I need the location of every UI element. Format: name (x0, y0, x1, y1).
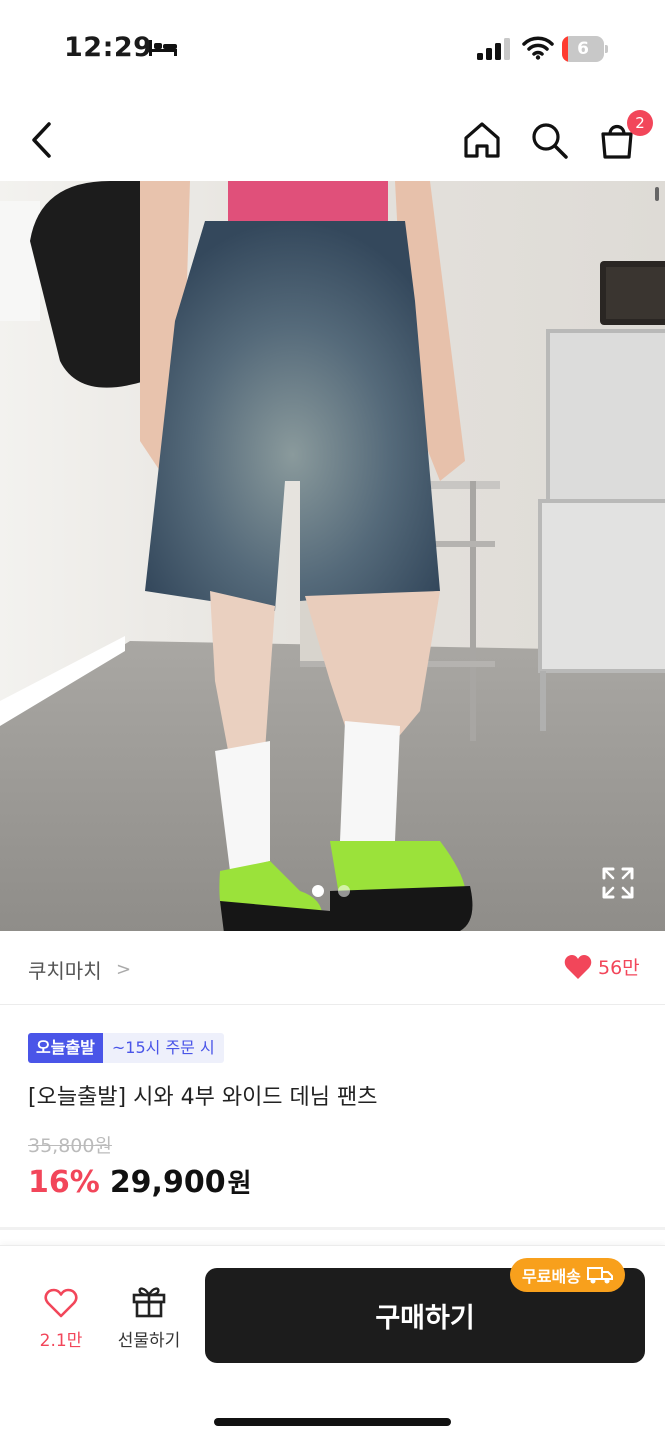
product-info: 오늘출발 ~15시 주문 시 [오늘출발] 시와 4부 와이드 데님 팬츠 35… (0, 1005, 665, 1230)
cart-count-badge: 2 (627, 110, 653, 136)
carousel-dot[interactable] (312, 885, 324, 897)
home-indicator[interactable] (214, 1418, 451, 1426)
search-icon (532, 123, 568, 159)
original-price: 35,800원 (28, 1135, 112, 1157)
signal-icon (476, 38, 510, 64)
gift-label: 선물하기 (117, 1331, 181, 1351)
free-shipping-badge: 무료배송 (510, 1258, 625, 1292)
product-photo (0, 181, 665, 931)
nav-bar: 2 (0, 100, 665, 180)
carousel-dot[interactable] (338, 885, 350, 897)
home-icon (464, 122, 500, 158)
bottom-action-bar: 2.1만 선물하기 구매하기 무료배송 (0, 1245, 665, 1440)
wishlist-count: 2.1만 (39, 1331, 83, 1351)
store-name[interactable]: 쿠치마치 (28, 955, 102, 984)
scroll-indicator (655, 187, 659, 201)
back-button[interactable] (18, 116, 66, 164)
product-detail-screen: 12:29 6 2 쿠치마치 > 56만 오늘출발 ~15시 주문 시 [오늘출… (0, 0, 665, 1440)
price-row: 16% 29,900 원 (28, 1163, 252, 1200)
expand-button[interactable] (600, 865, 636, 901)
status-bar: 12:29 6 (0, 0, 665, 100)
sale-price: 29,900 (109, 1165, 226, 1200)
product-title: [오늘출발] 시와 4부 와이드 데님 팬츠 (28, 1085, 378, 1110)
battery-level: 6 (577, 39, 589, 59)
cart-button[interactable]: 2 (593, 110, 653, 164)
currency-unit: 원 (227, 1169, 252, 1199)
heart-icon (564, 954, 592, 979)
battery-icon: 6 (562, 36, 608, 62)
gift-icon (132, 1287, 166, 1318)
today-delivery-badge: 오늘출발 (28, 1033, 103, 1063)
status-time: 12:29 (64, 32, 153, 63)
free-shipping-label: 무료배송 (522, 1267, 581, 1286)
carousel-dots (312, 885, 350, 897)
truck-icon (586, 1267, 613, 1284)
store-like-count: 56만 (598, 957, 640, 979)
back-icon (32, 122, 51, 158)
order-deadline-badge: ~15시 주문 시 (102, 1033, 224, 1063)
gift-button[interactable]: 선물하기 (108, 1284, 190, 1354)
chevron-right-icon: > (116, 959, 132, 980)
discount-rate: 16% (28, 1165, 100, 1200)
wishlist-button[interactable]: 2.1만 (30, 1288, 92, 1354)
section-divider (0, 1227, 665, 1230)
bed-icon (148, 38, 178, 62)
expand-icon (602, 867, 634, 899)
store-row[interactable]: 쿠치마치 > 56만 (0, 931, 665, 1005)
heart-outline-icon (44, 1288, 78, 1318)
product-image-carousel[interactable] (0, 181, 665, 931)
delivery-badges: 오늘출발 ~15시 주문 시 (28, 1033, 224, 1063)
store-like-button[interactable]: 56만 (564, 953, 640, 980)
home-button[interactable] (458, 116, 506, 164)
search-button[interactable] (525, 116, 573, 164)
wifi-icon (522, 36, 554, 64)
